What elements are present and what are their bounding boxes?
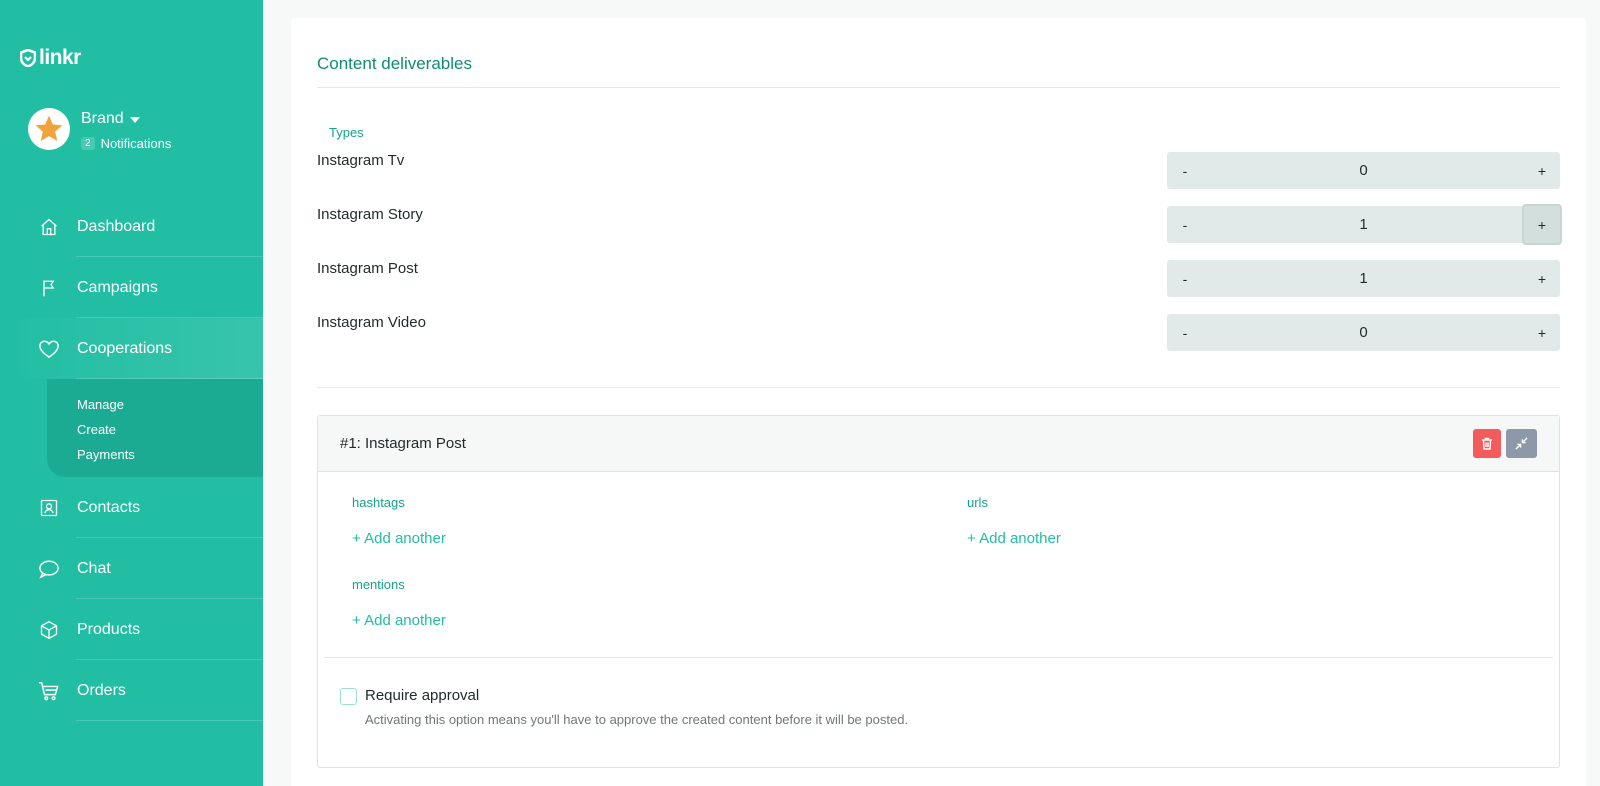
caret-down-icon xyxy=(129,117,140,123)
type-name: Instagram Story xyxy=(317,206,423,223)
sidebar-item-orders[interactable]: Orders xyxy=(0,660,263,721)
quantity-value[interactable]: 0 xyxy=(1203,162,1524,179)
heart-icon xyxy=(38,338,60,360)
sidebar-item-cooperations[interactable]: Cooperations xyxy=(0,318,263,379)
require-approval-label[interactable]: Require approval xyxy=(365,687,479,704)
submenu-item-manage[interactable]: Manage xyxy=(77,392,263,417)
sidebar-item-contacts[interactable]: Contacts xyxy=(0,477,263,538)
cooperations-submenu: Manage Create Payments xyxy=(47,379,263,477)
type-name: Instagram Video xyxy=(317,314,426,331)
require-approval-help-text: Activating this option means you'll have… xyxy=(365,712,909,727)
divider xyxy=(317,87,1560,88)
quantity-stepper: - 1 + xyxy=(1167,206,1560,243)
sidebar-item-label: Contacts xyxy=(77,498,141,516)
profile: Brand 2 Notifications xyxy=(28,108,171,151)
star-icon xyxy=(35,115,63,141)
increment-button[interactable]: + xyxy=(1524,206,1560,243)
quantity-value[interactable]: 1 xyxy=(1203,270,1524,287)
collapse-button[interactable] xyxy=(1506,429,1537,458)
divider xyxy=(324,657,1553,658)
quantity-stepper: - 0 + xyxy=(1167,314,1560,351)
sidebar-item-dashboard[interactable]: Dashboard xyxy=(0,196,263,257)
trash-icon xyxy=(1482,437,1492,450)
mentions-label: mentions xyxy=(352,577,405,592)
chat-bubble-icon xyxy=(38,558,60,580)
deliverable-title: #1: Instagram Post xyxy=(340,435,466,452)
submenu-item-create[interactable]: Create xyxy=(77,417,263,442)
sidebar: linkr Brand 2 Notifications Dashboard Ca… xyxy=(0,0,263,786)
type-row-instagram-story: Instagram Story - 1 + xyxy=(317,206,1560,243)
type-name: Instagram Post xyxy=(317,260,418,277)
hashtags-label: hashtags xyxy=(352,495,405,510)
sidebar-item-label: Chat xyxy=(77,559,111,577)
quantity-stepper: - 0 + xyxy=(1167,152,1560,189)
deliverable-panel: #1: Instagram Post hashtags + Add anothe… xyxy=(317,415,1560,768)
quantity-value[interactable]: 1 xyxy=(1203,216,1524,233)
submenu-item-payments[interactable]: Payments xyxy=(77,442,263,467)
decrement-button[interactable]: - xyxy=(1167,152,1203,189)
quantity-value[interactable]: 0 xyxy=(1203,324,1524,341)
decrement-button[interactable]: - xyxy=(1167,314,1203,351)
notifications-label: Notifications xyxy=(100,136,172,151)
logo[interactable]: linkr xyxy=(20,46,81,70)
type-row-instagram-video: Instagram Video - 0 + xyxy=(317,314,1560,351)
sidebar-item-label: Orders xyxy=(77,681,126,699)
flag-icon xyxy=(38,277,60,299)
type-row-instagram-tv: Instagram Tv - 0 + xyxy=(317,152,1560,189)
add-hashtag-link[interactable]: + Add another xyxy=(352,530,446,547)
divider xyxy=(317,387,1560,388)
box-icon xyxy=(38,619,60,641)
increment-button[interactable]: + xyxy=(1524,260,1560,297)
urls-label: urls xyxy=(967,495,988,510)
sidebar-item-label: Dashboard xyxy=(77,217,156,235)
brand-name: Brand xyxy=(81,110,124,127)
add-mention-link[interactable]: + Add another xyxy=(352,612,446,629)
sidebar-item-label: Products xyxy=(77,620,141,638)
logo-shield-icon xyxy=(20,49,36,67)
increment-button[interactable]: + xyxy=(1524,314,1560,351)
sidebar-item-label: Campaigns xyxy=(77,278,158,296)
notifications-link[interactable]: 2 Notifications xyxy=(81,136,171,151)
section-title: Content deliverables xyxy=(317,54,472,73)
sidebar-item-chat[interactable]: Chat xyxy=(0,538,263,599)
contact-card-icon xyxy=(38,497,60,519)
home-icon xyxy=(38,216,60,238)
brand-menu-toggle[interactable]: Brand xyxy=(81,110,171,128)
avatar[interactable] xyxy=(28,108,70,150)
delete-button[interactable] xyxy=(1473,429,1501,458)
sidebar-item-campaigns[interactable]: Campaigns xyxy=(0,257,263,318)
sidebar-item-products[interactable]: Products xyxy=(0,599,263,660)
decrement-button[interactable]: - xyxy=(1167,260,1203,297)
require-approval-checkbox[interactable] xyxy=(340,688,357,705)
decrement-button[interactable]: - xyxy=(1167,206,1203,243)
sidebar-item-label: Cooperations xyxy=(77,339,173,357)
cart-icon xyxy=(38,680,60,702)
type-row-instagram-post: Instagram Post - 1 + xyxy=(317,260,1560,297)
notification-count-badge: 2 xyxy=(81,137,95,150)
compress-arrows-icon xyxy=(1515,437,1528,450)
add-url-link[interactable]: + Add another xyxy=(967,530,1061,547)
increment-button[interactable]: + xyxy=(1524,152,1560,189)
deliverable-header: #1: Instagram Post xyxy=(318,416,1559,472)
quantity-stepper: - 1 + xyxy=(1167,260,1560,297)
type-name: Instagram Tv xyxy=(317,152,405,169)
sidebar-nav: Dashboard Campaigns Cooperations Manage … xyxy=(0,196,263,721)
content-deliverables-card: Content deliverables Types Instagram Tv … xyxy=(291,18,1586,786)
logo-text: linkr xyxy=(39,46,81,69)
types-label: Types xyxy=(329,125,364,140)
